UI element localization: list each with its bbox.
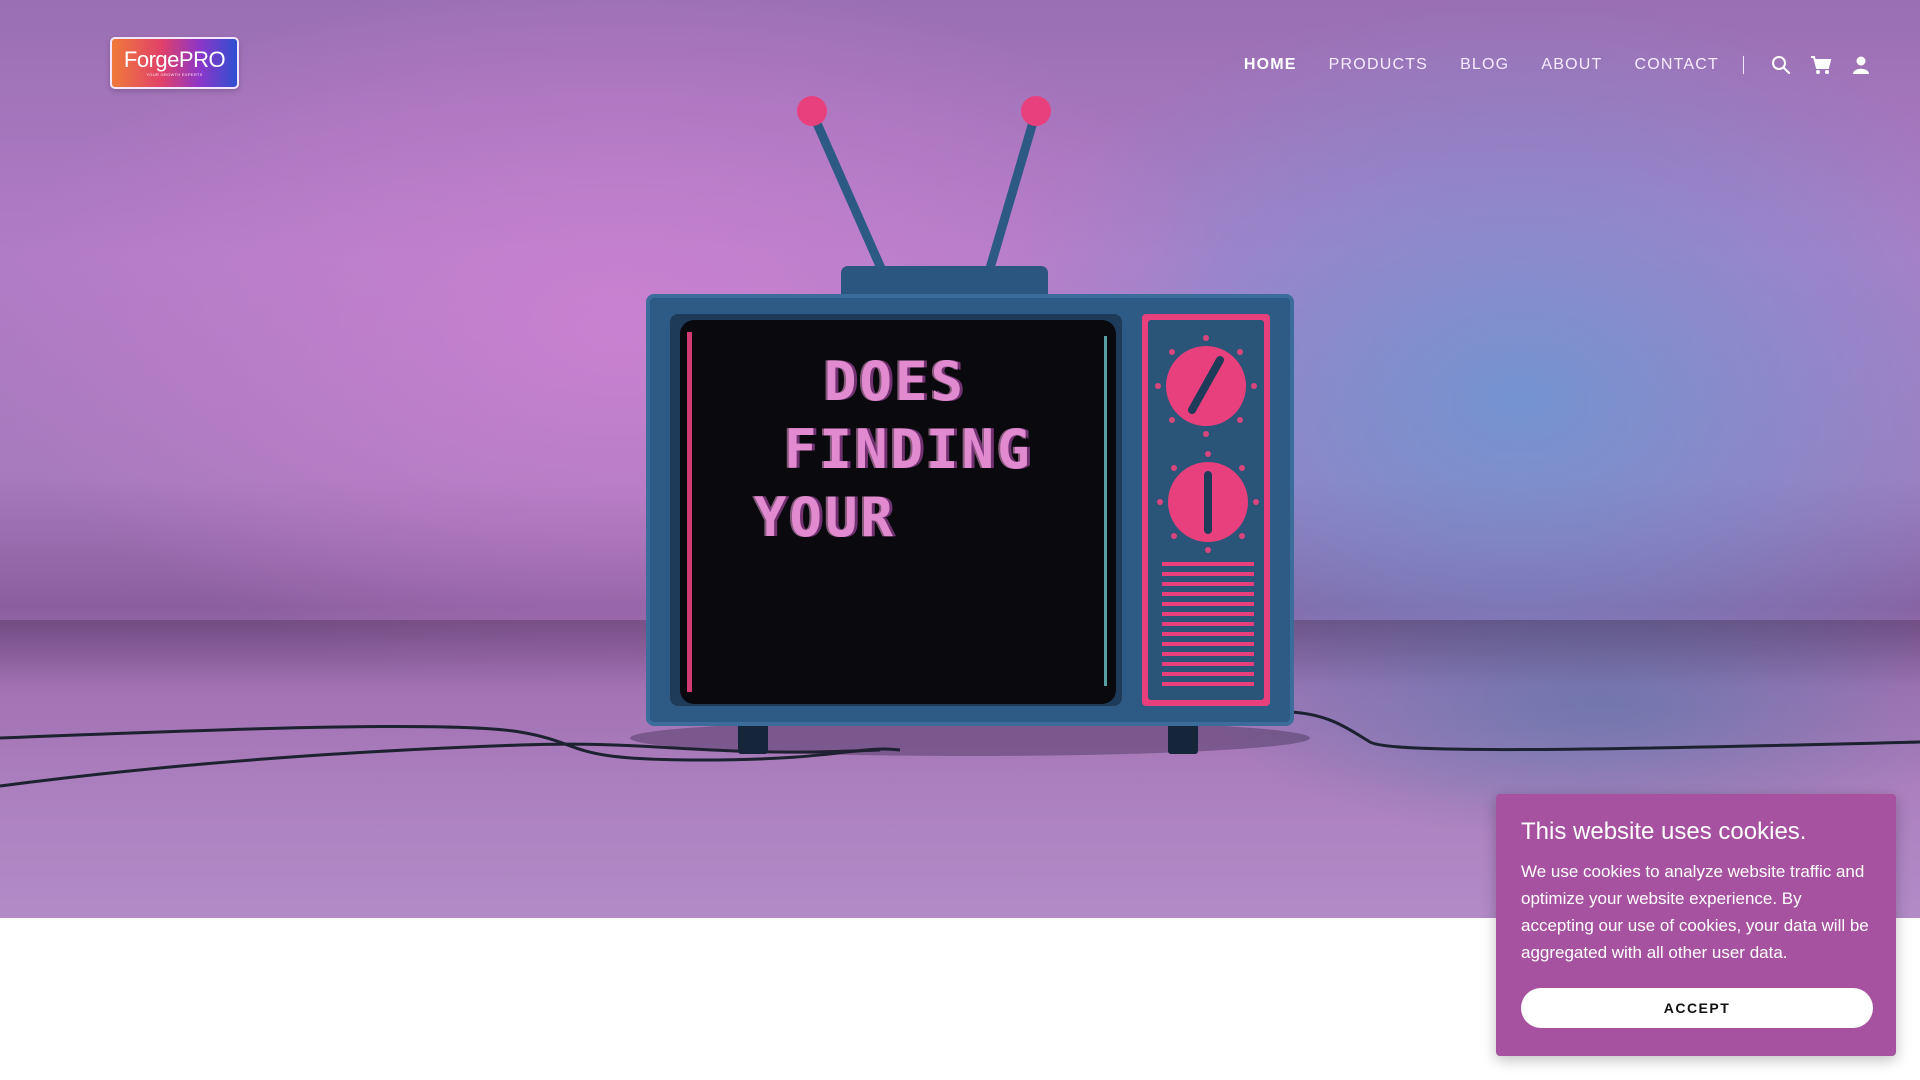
main-nav: HOME PRODUCTS BLOG ABOUT CONTACT: [1212, 55, 1872, 75]
logo-tagline: YOUR GROWTH EXPERTS: [146, 72, 203, 77]
account-icon[interactable]: [1850, 54, 1872, 76]
search-icon[interactable]: [1770, 54, 1792, 76]
nav-products[interactable]: PRODUCTS: [1329, 56, 1428, 74]
nav-divider: [1743, 56, 1744, 74]
nav-contact[interactable]: CONTACT: [1634, 56, 1719, 74]
tv-screen-line-2: FINDING: [784, 418, 1033, 481]
cookie-body: We use cookies to analyze website traffi…: [1521, 862, 1869, 962]
cart-icon[interactable]: [1810, 54, 1832, 76]
cookie-title: This website uses cookies.: [1521, 818, 1807, 845]
hero-section: DOES FINDING YOUR ForgePRO YOUR GROWTH E…: [0, 0, 1920, 918]
site-logo[interactable]: ForgePRO YOUR GROWTH EXPERTS: [110, 37, 239, 89]
cookie-banner: This website uses cookies. We use cookie…: [1496, 794, 1896, 1056]
tv-screen-line-3: YOUR: [754, 486, 897, 549]
logo-text: ForgePRO: [123, 47, 226, 72]
nav-blog[interactable]: BLOG: [1460, 56, 1509, 74]
tv-screen-line-1: DOES: [824, 350, 967, 413]
accept-cookies-button[interactable]: ACCEPT: [1521, 988, 1873, 1028]
nav-home[interactable]: HOME: [1244, 56, 1297, 74]
nav-about[interactable]: ABOUT: [1541, 56, 1602, 74]
